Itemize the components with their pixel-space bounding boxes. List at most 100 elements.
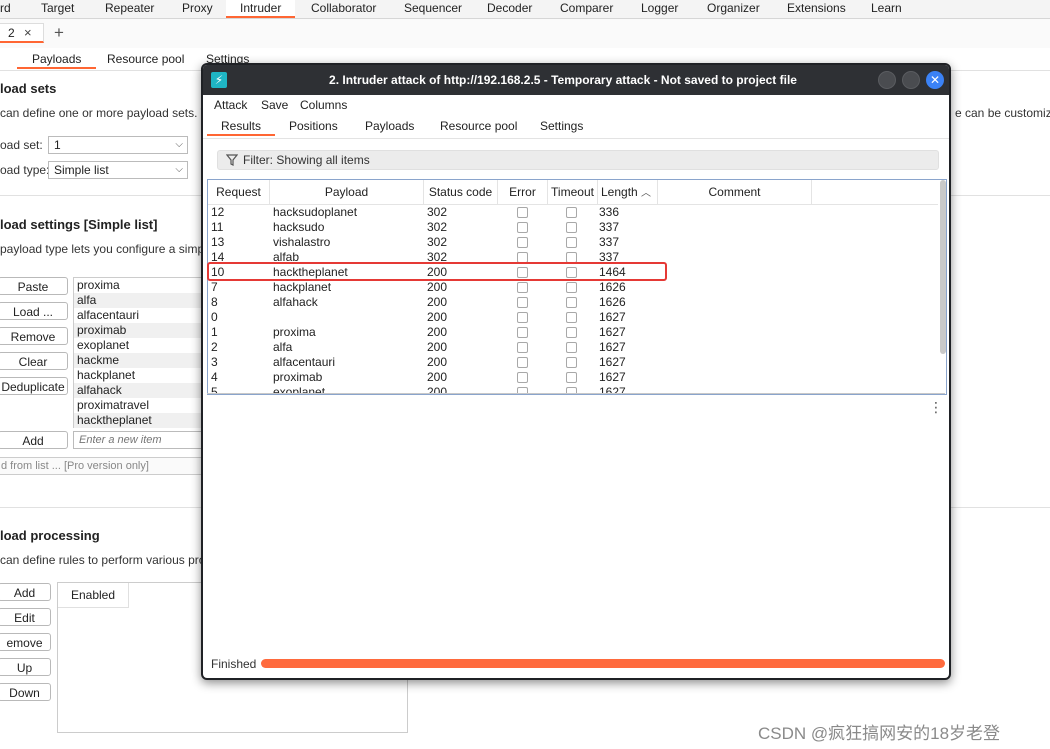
cell-request: 0 [211,310,218,324]
list-item[interactable]: proximab [74,323,214,338]
cell-status: 302 [427,205,448,219]
filter-icon [226,154,238,166]
add-item-button[interactable]: Add [0,431,68,449]
table-row[interactable]: 2 alfa 200 1627 [208,340,938,355]
tab-positions[interactable]: Positions [289,117,338,135]
column-header-timeout[interactable]: Timeout [548,180,598,204]
close-window-icon[interactable]: ✕ [926,71,944,89]
list-item[interactable]: alfahack [74,383,214,398]
cell-request: 4 [211,370,218,384]
add-tab-icon[interactable]: + [54,23,64,43]
nav-tab-learn[interactable]: Learn [871,0,902,18]
menu-save[interactable]: Save [261,97,288,113]
down-rule-button[interactable]: Down [0,683,51,701]
remove-button[interactable]: Remove [0,327,68,345]
nav-tab-dashboard[interactable]: rd [0,0,11,18]
column-header-payload[interactable]: Payload [270,180,424,204]
nav-tab-proxy[interactable]: Proxy [182,0,213,18]
maximize-icon[interactable] [902,71,920,89]
timeout-checkbox [566,222,577,233]
nav-tab-collaborator[interactable]: Collaborator [311,0,376,18]
table-row[interactable]: 11 hacksudo 302 337 [208,220,938,235]
error-checkbox [517,312,528,323]
minimize-icon[interactable] [878,71,896,89]
cell-status: 200 [427,310,448,324]
nav-tab-repeater[interactable]: Repeater [105,0,154,18]
table-row[interactable]: 4 proximab 200 1627 [208,370,938,385]
table-row[interactable]: 13 vishalastro 302 337 [208,235,938,250]
column-header-status-code[interactable]: Status code [424,180,498,204]
column-header-length[interactable]: Length ︿ [598,180,658,204]
nav-tab-intruder[interactable]: Intruder [226,0,296,18]
nav-tab-decoder[interactable]: Decoder [487,0,532,18]
load-button[interactable]: Load ... [0,302,68,320]
attack-tab[interactable]: 2 × [0,23,44,43]
list-item[interactable]: alfa [74,293,214,308]
window-titlebar[interactable]: ⚡ 2. Intruder attack of http://192.168.2… [203,65,949,95]
timeout-checkbox [566,297,577,308]
nav-tab-comparer[interactable]: Comparer [560,0,613,18]
cell-length: 337 [599,220,620,234]
tab-results[interactable]: Results [207,117,276,136]
list-item[interactable]: proxima [74,278,214,293]
column-header-request[interactable]: Request [208,180,270,204]
table-row[interactable]: 8 alfahack 200 1626 [208,295,938,310]
enabled-column-header[interactable]: Enabled [58,583,129,608]
filter-bar[interactable]: Filter: Showing all items [217,150,939,170]
close-icon[interactable]: × [24,25,32,40]
table-row[interactable]: 1 proxima 200 1627 [208,325,938,340]
highlighted-row-box [207,262,667,281]
nav-tab-extensions[interactable]: Extensions [787,0,846,18]
vertical-scrollbar[interactable] [940,180,946,354]
list-item[interactable]: hackme [74,353,214,368]
payload-settings-description: payload type lets you configure a simple… [0,242,229,256]
payload-list[interactable]: proxima alfa alfacentauri proximab exopl… [73,277,215,428]
tab-resource-pool[interactable]: Resource pool [440,117,517,135]
paste-button[interactable]: Paste [0,277,68,295]
clear-button[interactable]: Clear [0,352,68,370]
list-item[interactable]: hackplanet [74,368,214,383]
cell-request: 8 [211,295,218,309]
payload-set-label: oad set: [0,138,43,152]
more-options-icon[interactable]: ⋮ [929,399,943,416]
list-item[interactable]: exoplanet [74,338,214,353]
timeout-checkbox [566,357,577,368]
column-header-error[interactable]: Error [498,180,548,204]
table-row[interactable]: 12 hacksudoplanet 302 336 [208,205,938,220]
chevron-down-icon: ⌵ [175,164,183,175]
table-row[interactable]: 3 alfacentauri 200 1627 [208,355,938,370]
intruder-attack-window: ⚡ 2. Intruder attack of http://192.168.2… [201,63,951,680]
up-rule-button[interactable]: Up [0,658,51,676]
cell-payload: vishalastro [273,235,331,249]
remove-rule-button[interactable]: emove [0,633,51,651]
menu-columns[interactable]: Columns [300,97,347,113]
add-rule-button[interactable]: Add [0,583,51,601]
payload-type-select[interactable]: Simple list ⌵ [48,161,188,179]
cell-request: 11 [211,220,224,234]
table-row[interactable]: 7 hackplanet 200 1626 [208,280,938,295]
edit-rule-button[interactable]: Edit [0,608,51,626]
new-item-input[interactable] [73,431,213,449]
list-item[interactable]: alfacentauri [74,308,214,323]
column-header-comment[interactable]: Comment [658,180,812,204]
nav-tab-logger[interactable]: Logger [641,0,678,18]
payload-set-select[interactable]: 1 ⌵ [48,136,188,154]
results-table[interactable]: Request Payload Status code Error Timeou… [207,179,947,395]
table-row[interactable]: 0 200 1627 [208,310,938,325]
error-checkbox [517,207,528,218]
add-from-list-select[interactable]: d from list ... [Pro version only] [0,457,213,475]
error-checkbox [517,297,528,308]
list-item[interactable]: hacktheplanet [74,413,214,428]
tab-payloads[interactable]: Payloads [365,117,414,135]
nav-tab-target[interactable]: Target [41,0,74,18]
list-item[interactable]: proximatravel [74,398,214,413]
nav-tab-organizer[interactable]: Organizer [707,0,760,18]
pane-splitter[interactable] [207,393,945,394]
cell-length: 1627 [599,355,626,369]
deduplicate-button[interactable]: Deduplicate [0,377,68,395]
nav-tab-sequencer[interactable]: Sequencer [404,0,462,18]
subtab-resource-pool[interactable]: Resource pool [107,50,184,68]
tab-settings[interactable]: Settings [540,117,583,135]
menu-attack[interactable]: Attack [214,97,247,113]
subtab-payloads[interactable]: Payloads [17,50,97,69]
